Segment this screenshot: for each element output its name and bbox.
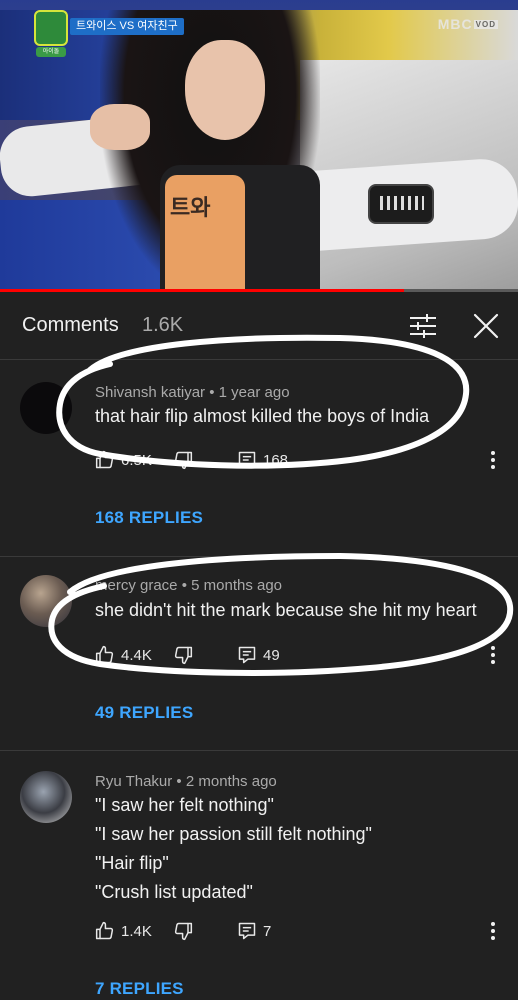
athlete-hand: [90, 104, 150, 150]
comment-line: "I saw her felt nothing": [95, 795, 274, 815]
comment-menu-button[interactable]: [486, 448, 500, 472]
comment-text: she didn't hit the mark because she hit …: [95, 596, 477, 625]
comment-item: mercy grace • 5 months ago she didn't hi…: [0, 557, 518, 750]
comments-header: Comments 1.6K: [0, 292, 518, 360]
comment-author[interactable]: Ryu Thakur: [95, 773, 172, 790]
comment-time: 2 months ago: [185, 773, 277, 790]
reply-icon: [238, 646, 256, 664]
athlete-face: [185, 40, 265, 140]
thumbs-down-icon: [174, 451, 193, 470]
video-player[interactable]: 트와 아이돌 트와이스 VS 여자친구 MBC VOD: [0, 0, 518, 292]
like-count: 4.4K: [121, 646, 152, 664]
comments-title: Comments: [22, 314, 119, 336]
comment-text: that hair flip almost killed the boys of…: [95, 402, 429, 431]
like-button[interactable]: 1.4K: [95, 919, 152, 943]
comment-meta: mercy grace • 5 months ago: [95, 577, 283, 594]
reply-count: 7: [263, 922, 272, 940]
reply-icon: [238, 922, 256, 940]
like-button[interactable]: 4.4K: [95, 643, 152, 667]
thumbs-down-icon: [174, 922, 193, 941]
reply-button[interactable]: 49: [237, 643, 280, 667]
show-logo-sub: 아이돌: [36, 47, 66, 57]
comment-item: Ryu Thakur • 2 months ago "I saw her fel…: [0, 751, 518, 1000]
comment-meta: Shivansh katiyar • 1 year ago: [95, 384, 290, 401]
comment-menu-button[interactable]: [486, 643, 500, 667]
video-caption-tag: 트와이스 VS 여자친구: [70, 18, 184, 35]
comment-line: that hair flip almost killed the boys of…: [95, 406, 430, 426]
more-vertical-icon: [491, 451, 495, 469]
comment-text: "I saw her felt nothing" "I saw her pass…: [95, 791, 372, 907]
thumbs-up-icon: [95, 645, 114, 664]
close-comments-button[interactable]: [472, 312, 500, 340]
avatar[interactable]: [20, 382, 72, 434]
comment-line: "I saw her passion still felt nothing": [95, 824, 372, 844]
comment-item: Shivansh katiyar • 1 year ago that hair …: [0, 360, 518, 556]
dislike-button[interactable]: [173, 448, 193, 472]
view-replies-link[interactable]: 168 REPLIES: [95, 508, 203, 528]
comment-meta: Ryu Thakur • 2 months ago: [95, 773, 277, 790]
like-count: 6.5K: [121, 451, 152, 469]
comment-line: "Crush list updated": [95, 882, 253, 902]
like-count: 1.4K: [121, 922, 152, 940]
close-icon: [473, 313, 499, 339]
comment-time: 1 year ago: [218, 384, 290, 401]
view-replies-link[interactable]: 49 REPLIES: [95, 703, 193, 723]
comment-line: "Hair flip": [95, 853, 169, 873]
reply-count: 49: [263, 646, 280, 664]
comment-author[interactable]: mercy grace: [95, 577, 178, 594]
like-button[interactable]: 6.5K: [95, 448, 152, 472]
avatar[interactable]: [20, 575, 72, 627]
view-replies-link[interactable]: 7 REPLIES: [95, 979, 184, 999]
thumbs-down-icon: [174, 646, 193, 665]
more-vertical-icon: [491, 646, 495, 664]
comment-line: she didn't hit the mark because she hit …: [95, 600, 477, 620]
comment-author[interactable]: Shivansh katiyar: [95, 384, 205, 401]
comment-menu-button[interactable]: [486, 919, 500, 943]
broadcaster-watermark: MBC VOD: [437, 16, 498, 32]
arm-guard: [368, 184, 434, 224]
reply-button[interactable]: 168: [237, 448, 288, 472]
thumbs-up-icon: [95, 921, 114, 940]
thumbs-up-icon: [95, 450, 114, 469]
sliders-icon: [410, 314, 436, 338]
avatar[interactable]: [20, 771, 72, 823]
comments-count: 1.6K: [142, 314, 184, 336]
comment-time: 5 months ago: [191, 577, 283, 594]
dislike-button[interactable]: [173, 919, 193, 943]
more-vertical-icon: [491, 922, 495, 940]
reply-icon: [238, 451, 256, 469]
sort-filter-button[interactable]: [408, 312, 438, 340]
dislike-button[interactable]: [173, 643, 193, 667]
reply-button[interactable]: 7: [237, 919, 271, 943]
bib-text: 트와: [170, 195, 211, 220]
show-logo-icon: [34, 10, 68, 46]
reply-count: 168: [263, 451, 289, 469]
